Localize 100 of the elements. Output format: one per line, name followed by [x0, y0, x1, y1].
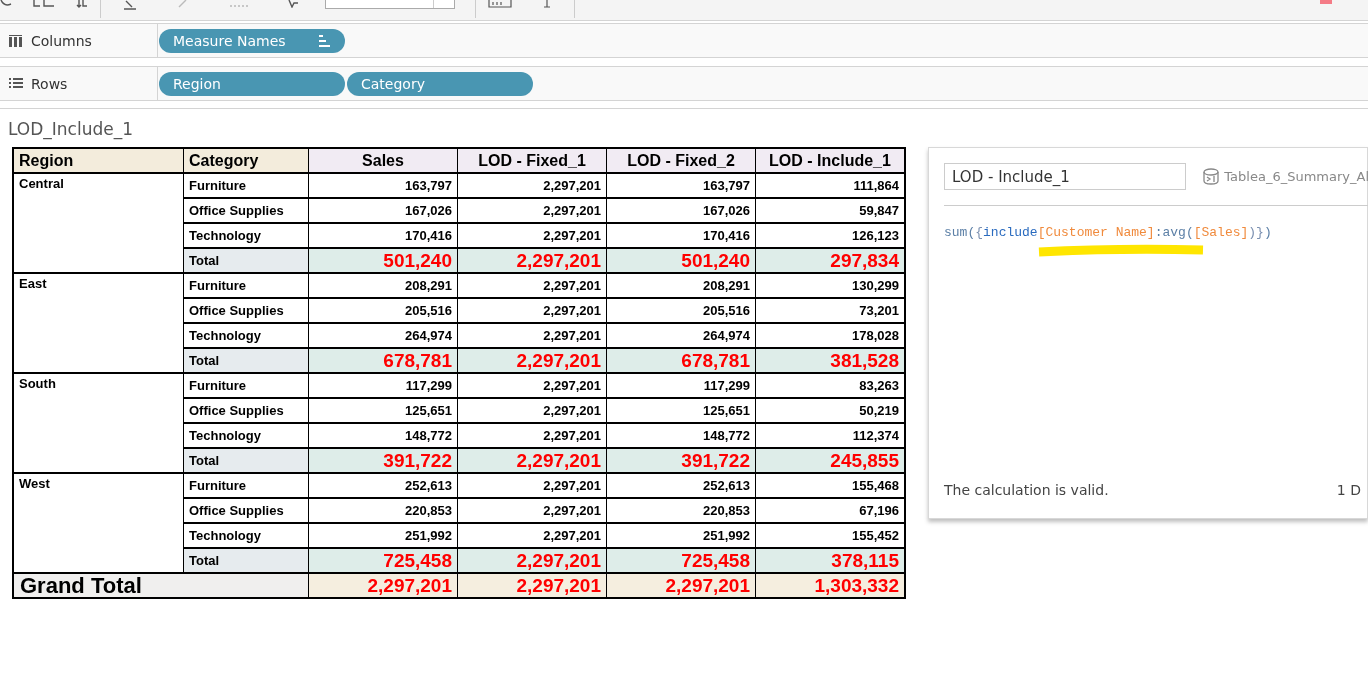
table-cell: 2,297,201 — [458, 224, 606, 247]
table-cell: 125,651 — [607, 399, 755, 422]
grand-total-cell: 1,303,332 — [756, 574, 904, 597]
total-cell: 2,297,201 — [458, 549, 606, 572]
row-header: Furniture — [184, 474, 308, 497]
column-header: Category — [184, 149, 308, 172]
table-cell: 130,299 — [756, 274, 904, 297]
data-source-label: Tablea_6_Summary_Al — [1224, 169, 1368, 184]
table-cell: 170,416 — [309, 224, 457, 247]
row-header: Total — [184, 549, 308, 572]
total-cell: 378,115 — [756, 549, 904, 572]
row-header: Office Supplies — [184, 499, 308, 522]
table-cell: 163,797 — [607, 174, 755, 197]
field-pill[interactable]: Region — [159, 71, 345, 96]
calculation-name-field[interactable]: LOD - Include_1 — [944, 163, 1187, 190]
table-cell: 155,468 — [756, 474, 904, 497]
row-header: Furniture — [184, 174, 308, 197]
table-cell: 2,297,201 — [458, 299, 606, 322]
column-header: LOD - Include_1 — [756, 149, 904, 172]
column-header: Region — [14, 149, 183, 172]
table-cell: 148,772 — [607, 424, 755, 447]
row-header: Grand Total — [14, 574, 308, 597]
table-cell: 163,797 — [309, 174, 457, 197]
table-cell: 178,028 — [756, 324, 904, 347]
sort-icon[interactable] — [76, 0, 88, 8]
shelf-label: Columns — [31, 32, 92, 49]
table-cell: 59,847 — [756, 199, 904, 222]
total-cell: 725,458 — [309, 549, 457, 572]
row-header: Technology — [184, 524, 308, 547]
column-header: LOD - Fixed_2 — [607, 149, 755, 172]
grand-total-cell: 2,297,201 — [309, 574, 457, 597]
table-cell: 264,974 — [309, 324, 457, 347]
table-cell: 2,297,201 — [458, 524, 606, 547]
table-cell: 220,853 — [309, 499, 457, 522]
undo-icon[interactable] — [0, 0, 12, 8]
total-cell: 501,240 — [309, 249, 457, 272]
table-cell: 125,651 — [309, 399, 457, 422]
fit-dropdown[interactable] — [325, 0, 455, 9]
formula-text[interactable]: sum({include[Customer Name]:avg([Sales])}) — [944, 225, 1367, 240]
table-cell: 205,516 — [607, 299, 755, 322]
row-header: Furniture — [184, 274, 308, 297]
table-cell: 2,297,201 — [458, 174, 606, 197]
swap-icon[interactable] — [32, 0, 56, 8]
indicator-icon — [1320, 0, 1332, 4]
table-cell: 220,853 — [607, 499, 755, 522]
table-cell: 126,123 — [756, 224, 904, 247]
table-cell: 208,291 — [309, 274, 457, 297]
field-pill[interactable]: Measure Names — [159, 28, 345, 53]
text-cursor-icon[interactable] — [542, 0, 552, 8]
total-cell: 391,722 — [309, 449, 457, 472]
table-cell: 2,297,201 — [458, 474, 606, 497]
total-cell: 381,528 — [756, 349, 904, 372]
table-cell: 111,864 — [756, 174, 904, 197]
table-cell: 73,201 — [756, 299, 904, 322]
table-cell: 117,299 — [607, 374, 755, 397]
total-cell: 245,855 — [756, 449, 904, 472]
table-cell: 208,291 — [607, 274, 755, 297]
total-cell: 2,297,201 — [458, 349, 606, 372]
table-cell: 251,992 — [309, 524, 457, 547]
row-header: Furniture — [184, 374, 308, 397]
table-cell: 67,196 — [756, 499, 904, 522]
table-cell: 264,974 — [607, 324, 755, 347]
table-cell: 2,297,201 — [458, 424, 606, 447]
table-cell: 50,219 — [756, 399, 904, 422]
total-cell: 297,834 — [756, 249, 904, 272]
table-cell: 167,026 — [309, 199, 457, 222]
total-cell: 678,781 — [309, 349, 457, 372]
table-cell: 252,613 — [607, 474, 755, 497]
row-header: West — [14, 474, 183, 572]
table-cell: 2,297,201 — [458, 374, 606, 397]
total-cell: 2,297,201 — [458, 449, 606, 472]
table-cell: 2,297,201 — [458, 324, 606, 347]
highlight-icon[interactable] — [123, 0, 137, 10]
table-cell: 251,992 — [607, 524, 755, 547]
grand-total-cell: 2,297,201 — [458, 574, 606, 597]
row-header: Technology — [184, 424, 308, 447]
row-header: Total — [184, 449, 308, 472]
table-cell: 170,416 — [607, 224, 755, 247]
total-cell: 2,297,201 — [458, 249, 606, 272]
row-header: Total — [184, 249, 308, 272]
card-icon[interactable] — [488, 0, 512, 8]
columns-icon — [9, 34, 23, 47]
row-header: Technology — [184, 324, 308, 347]
table-cell: 148,772 — [309, 424, 457, 447]
table-cell: 155,452 — [756, 524, 904, 547]
row-header: Technology — [184, 224, 308, 247]
row-header: Total — [184, 349, 308, 372]
table-cell: 2,297,201 — [458, 499, 606, 522]
table-cell: 2,297,201 — [458, 199, 606, 222]
grand-total-cell: 2,297,201 — [607, 574, 755, 597]
rows-icon — [9, 78, 23, 89]
table-cell: 2,297,201 — [458, 274, 606, 297]
validation-message: The calculation is valid. — [944, 482, 1109, 498]
total-cell: 678,781 — [607, 349, 755, 372]
sheet-title: LOD_Include_1 — [8, 119, 135, 142]
shelf-label: Rows — [31, 75, 68, 92]
dependencies-label[interactable]: 1 D — [1336, 482, 1361, 498]
table-cell: 117,299 — [309, 374, 457, 397]
field-pill[interactable]: Category — [347, 71, 533, 96]
column-header: LOD - Fixed_1 — [458, 149, 606, 172]
